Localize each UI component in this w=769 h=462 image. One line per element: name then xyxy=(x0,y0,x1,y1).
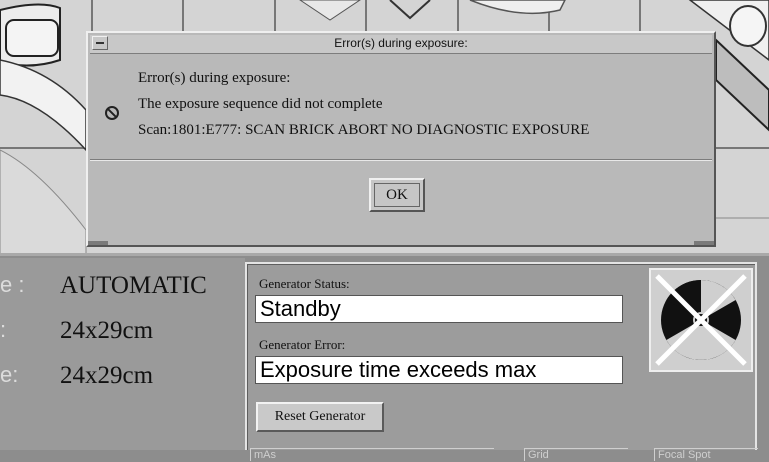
message-line-3: Scan:1801:E777: SCAN BRICK ABORT NO DIAG… xyxy=(138,122,590,138)
reset-generator-button[interactable]: Reset Generator xyxy=(256,402,384,432)
radiation-disabled-icon xyxy=(649,268,753,372)
ok-button-label: OK xyxy=(374,183,420,207)
focal-spot-label: Focal Spot xyxy=(654,448,758,461)
prohibited-icon xyxy=(105,106,119,120)
generator-panel: Generator Status: Standby Generator Erro… xyxy=(245,262,757,452)
generator-status-field: Standby xyxy=(255,295,623,323)
resize-handle-bottom-right[interactable] xyxy=(694,241,714,245)
message-line-1: Error(s) during exposure: xyxy=(138,70,291,86)
message-line-2: The exposure sequence did not complete xyxy=(138,96,383,112)
divider xyxy=(0,253,769,256)
generator-error-field: Exposure time exceeds max xyxy=(255,356,623,384)
mas-label: mAs xyxy=(250,448,494,461)
exposure-mode-value: AUTOMATIC xyxy=(60,272,207,299)
size-label-partial-2: e: xyxy=(0,362,19,387)
resize-handle-bottom-left[interactable] xyxy=(88,241,108,245)
cassette-size-value: 24x29cm xyxy=(60,317,154,344)
settings-footer: mAs Grid Focal Spot xyxy=(0,448,769,462)
generator-error-label: Generator Error: xyxy=(259,337,346,352)
dialog-separator xyxy=(90,160,712,161)
image-size-value: 24x29cm xyxy=(60,362,154,389)
grid-label: Grid xyxy=(524,448,628,461)
generator-status-label: Generator Status: xyxy=(259,276,350,291)
dialog-title: Error(s) during exposure: xyxy=(334,36,468,50)
dialog-body: Error(s) during exposure: The exposure s… xyxy=(90,55,712,160)
mode-label-partial: e : xyxy=(0,272,25,297)
error-dialog: Error(s) during exposure: Error(s) durin… xyxy=(86,31,716,247)
ok-button[interactable]: OK xyxy=(369,178,425,212)
radiation-symbol-icon xyxy=(655,274,747,366)
dialog-titlebar[interactable]: Error(s) during exposure: xyxy=(90,35,712,54)
size-label-partial: : xyxy=(0,317,7,342)
exposure-mode-panel: e : AUTOMATIC : 24x29cm e: 24x29cm xyxy=(0,258,245,450)
